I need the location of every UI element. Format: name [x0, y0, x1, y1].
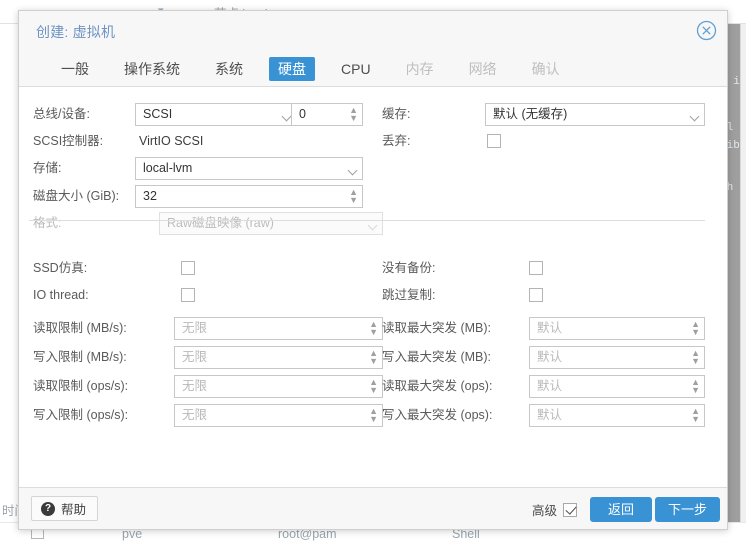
spinner-icon[interactable]: ▲▼ [369, 349, 378, 365]
dialog-tab-bar: 一般 操作系统 系统 硬盘 CPU 内存 网络 确认 [19, 51, 727, 87]
write-burst-mb-label: 写入最大突发 (MB): [382, 346, 491, 368]
tab-cpu[interactable]: CPU [332, 57, 380, 81]
disk-size-label: 磁盘大小 (GiB): [33, 185, 119, 207]
read-limit-ops-label: 读取限制 (ops/s): [33, 375, 128, 397]
discard-label: 丢弃: [382, 130, 410, 152]
bus-select[interactable]: SCSI [135, 103, 297, 126]
chevron-down-icon [368, 221, 378, 231]
help-button[interactable]: ? 帮助 [31, 496, 98, 521]
read-burst-mb-stepper[interactable]: 默认▲▼ [529, 317, 705, 340]
storage-select[interactable]: local-lvm [135, 157, 363, 180]
write-limit-mb-stepper[interactable]: 无限▲▼ [174, 346, 383, 369]
tab-general[interactable]: 一般 [52, 57, 98, 81]
dialog-footer: ? 帮助 高级 返回 下一步 [19, 487, 727, 529]
question-mark-icon: ? [41, 502, 55, 516]
ssd-emulation-checkbox[interactable] [181, 261, 195, 275]
skip-replication-label: 跳过复制: [382, 284, 435, 306]
format-select: Raw磁盘映像 (raw) [159, 212, 383, 235]
spinner-icon[interactable]: ▲▼ [691, 378, 700, 394]
advanced-label: 高级 [532, 500, 557, 519]
bus-device-label: 总线/设备: [33, 103, 90, 125]
read-burst-ops-label: 读取最大突发 (ops): [382, 375, 492, 397]
io-thread-checkbox[interactable] [181, 288, 195, 302]
spinner-icon[interactable]: ▲▼ [691, 407, 700, 423]
tab-confirm: 确认 [523, 57, 569, 81]
write-burst-ops-label: 写入最大突发 (ops): [382, 404, 492, 426]
write-limit-mb-label: 写入限制 (MB/s): [33, 346, 127, 368]
write-limit-ops-label: 写入限制 (ops/s): [33, 404, 128, 426]
read-burst-ops-stepper[interactable]: 默认▲▼ [529, 375, 705, 398]
tab-os[interactable]: 操作系统 [115, 57, 189, 81]
read-burst-mb-label: 读取最大突发 (MB): [382, 317, 491, 339]
spinner-icon[interactable]: ▲▼ [349, 106, 358, 122]
dialog-title: 创建: 虚拟机 [36, 22, 115, 42]
dialog-body: 总线/设备: SCSI 0 ▲▼ 缓存: 默认 (无缓存) SCSI控制器: V… [19, 87, 727, 487]
advanced-checkbox[interactable] [563, 503, 577, 517]
skip-replication-checkbox[interactable] [529, 288, 543, 302]
device-number-stepper[interactable]: 0 ▲▼ [291, 103, 363, 126]
cache-select[interactable]: 默认 (无缓存) [485, 103, 705, 126]
tab-hard-disk[interactable]: 硬盘 [269, 57, 315, 81]
read-limit-ops-stepper[interactable]: 无限▲▼ [174, 375, 383, 398]
write-limit-ops-stepper[interactable]: 无限▲▼ [174, 404, 383, 427]
advanced-toggle[interactable]: 高级 [532, 500, 577, 519]
spinner-icon[interactable]: ▲▼ [691, 349, 700, 365]
disk-size-stepper[interactable]: 32 ▲▼ [135, 185, 363, 208]
scsi-controller-label: SCSI控制器: [33, 130, 103, 152]
tab-network: 网络 [460, 57, 506, 81]
section-divider [29, 220, 705, 221]
chevron-down-icon [690, 112, 700, 122]
ssd-emulation-label: SSD仿真: [33, 257, 87, 279]
background-scrollbar[interactable] [740, 24, 746, 522]
read-limit-mb-stepper[interactable]: 无限▲▼ [174, 317, 383, 340]
next-button[interactable]: 下一步 [655, 497, 720, 522]
format-label: 格式: [33, 212, 61, 234]
read-limit-mb-label: 读取限制 (MB/s): [33, 317, 127, 339]
no-backup-checkbox[interactable] [529, 261, 543, 275]
no-backup-label: 没有备份: [382, 257, 435, 279]
cache-label: 缓存: [382, 103, 410, 125]
tab-memory: 内存 [397, 57, 443, 81]
spinner-icon[interactable]: ▲▼ [691, 320, 700, 336]
storage-label: 存储: [33, 157, 61, 179]
chevron-down-icon [282, 112, 292, 122]
spinner-icon[interactable]: ▲▼ [349, 188, 358, 204]
tab-system[interactable]: 系统 [206, 57, 252, 81]
write-burst-mb-stepper[interactable]: 默认▲▼ [529, 346, 705, 369]
dialog-title-bar: 创建: 虚拟机 [19, 11, 727, 51]
chevron-down-icon [348, 166, 358, 176]
spinner-icon[interactable]: ▲▼ [369, 407, 378, 423]
scsi-controller-value: VirtIO SCSI [139, 130, 203, 152]
spinner-icon[interactable]: ▲▼ [369, 320, 378, 336]
help-button-label: 帮助 [61, 499, 86, 518]
close-icon[interactable] [696, 20, 717, 41]
io-thread-label: IO thread: [33, 284, 89, 306]
back-button[interactable]: 返回 [590, 497, 652, 522]
create-vm-dialog: 创建: 虚拟机 一般 操作系统 系统 硬盘 CPU 内存 网络 确认 总线/设备… [18, 10, 728, 530]
discard-checkbox[interactable] [487, 134, 501, 148]
write-burst-ops-stepper[interactable]: 默认▲▼ [529, 404, 705, 427]
spinner-icon[interactable]: ▲▼ [369, 378, 378, 394]
